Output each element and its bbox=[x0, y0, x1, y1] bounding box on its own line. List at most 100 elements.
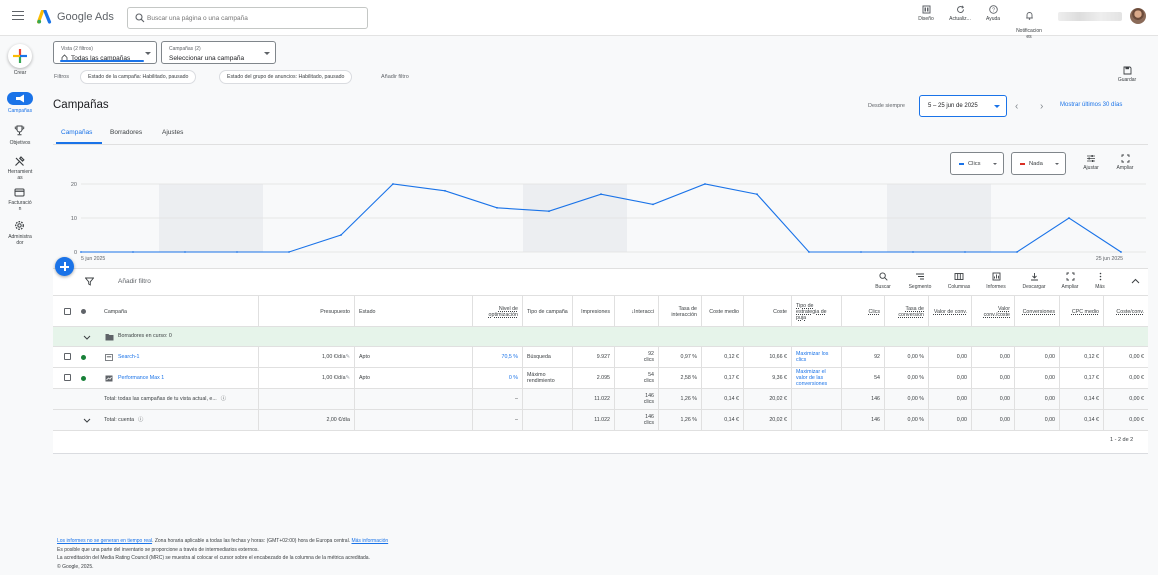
edit-budget-icon[interactable]: ✎ bbox=[346, 354, 350, 360]
date-since-label[interactable]: Desde siempre bbox=[868, 103, 905, 109]
column-header-cpc[interactable]: CPC medio bbox=[1059, 296, 1103, 327]
info-icon[interactable]: ⓘ bbox=[221, 396, 226, 402]
row-checkbox[interactable] bbox=[64, 353, 71, 360]
filter-funnel-icon[interactable] bbox=[85, 277, 94, 286]
chevron-down-icon bbox=[993, 163, 997, 165]
cell-name[interactable]: Performance Max 1 bbox=[100, 368, 258, 388]
table-row[interactable]: Search-1 1,00 €/día ✎ Apto 70,5 % Búsqueda 9.… bbox=[53, 347, 1148, 368]
svg-text:?: ? bbox=[991, 7, 994, 13]
save-button[interactable]: Guardar bbox=[1112, 66, 1142, 83]
segment-button[interactable]: Segmento bbox=[905, 272, 935, 290]
expand-chart-button[interactable]: Ampliar bbox=[1110, 154, 1140, 171]
column-header-cpa[interactable]: Coste/conv. bbox=[1103, 296, 1148, 327]
cell-name[interactable]: Search-1 bbox=[100, 347, 258, 367]
cell-opt[interactable]: 0 % bbox=[472, 368, 522, 388]
google-ads-logo[interactable] bbox=[37, 10, 53, 24]
campaign-select[interactable]: Campañas (2) Seleccionar una campaña bbox=[161, 41, 276, 64]
total-row[interactable]: Total: cuenta ⓘ 2,00 €/día – 11.022 146 clic… bbox=[53, 410, 1148, 431]
more-info-link[interactable]: Más información bbox=[351, 538, 388, 544]
tools-icon[interactable] bbox=[14, 156, 25, 167]
secondary-metric-label: Nada bbox=[1029, 161, 1043, 167]
data-point bbox=[132, 251, 134, 253]
show-last-30-days-link[interactable]: Mostrar últimos 30 días bbox=[1060, 102, 1122, 108]
column-header-conv_val[interactable]: Valor de conv. bbox=[928, 296, 971, 327]
settings-gear-icon[interactable] bbox=[14, 220, 25, 231]
prev-period-chevron-icon[interactable]: ‹ bbox=[1015, 101, 1018, 112]
column-header-avg[interactable]: Coste medio bbox=[701, 296, 743, 327]
metric-select-secondary[interactable]: Nada bbox=[1011, 152, 1066, 175]
cell-strategy[interactable]: Maximizar los clics bbox=[791, 347, 841, 367]
cell-budget bbox=[258, 389, 354, 409]
menu-icon[interactable] bbox=[12, 11, 24, 21]
column-header-strategy[interactable]: Tipo de estrategia de puja bbox=[791, 296, 841, 327]
help-button[interactable]: ? Ayuda bbox=[976, 5, 1010, 22]
chevron-down-icon[interactable] bbox=[83, 335, 91, 340]
row-checkbox[interactable] bbox=[64, 374, 71, 381]
notifications-button[interactable]: Notificacion es bbox=[1011, 5, 1047, 40]
column-header-budget[interactable]: Presupuesto bbox=[258, 296, 354, 327]
reports-button[interactable]: Informes bbox=[981, 272, 1011, 290]
more-label: Más bbox=[1095, 284, 1105, 290]
chevron-down-icon[interactable] bbox=[83, 418, 91, 423]
column-header-label: Presupuesto bbox=[320, 308, 350, 315]
next-period-chevron-icon[interactable]: › bbox=[1040, 101, 1043, 112]
column-header-val_cost[interactable]: Valor conv./coste bbox=[971, 296, 1014, 327]
billing-card-icon[interactable] bbox=[14, 187, 25, 198]
add-filter-link[interactable]: Añadir filtro bbox=[381, 74, 409, 80]
avatar[interactable] bbox=[1130, 8, 1146, 24]
columns-button[interactable]: Columnas bbox=[944, 272, 974, 290]
edit-budget-icon[interactable]: ✎ bbox=[346, 375, 350, 381]
column-header-conv[interactable]: Conversiones bbox=[1014, 296, 1059, 327]
chevron-up-icon[interactable] bbox=[1131, 278, 1140, 284]
add-campaign-fab[interactable] bbox=[55, 257, 74, 276]
column-header-type[interactable]: Tipo de campaña bbox=[522, 296, 572, 327]
table-row[interactable]: Performance Max 1 1,00 €/día ✎ Apto 0 % Máxi… bbox=[53, 368, 1148, 389]
column-header-rate[interactable]: Tasa de interacción bbox=[658, 296, 701, 327]
column-header-status[interactable]: Estado bbox=[354, 296, 472, 327]
cell-clicks: 146 bbox=[841, 389, 884, 409]
download-button[interactable]: Descargar bbox=[1019, 272, 1049, 290]
refresh-button[interactable]: Actualiz... bbox=[943, 5, 977, 22]
rail-item-campaigns[interactable] bbox=[7, 92, 33, 105]
column-header-clicks[interactable]: Clics bbox=[841, 296, 884, 327]
table-expand-button[interactable]: Ampliar bbox=[1055, 272, 1085, 290]
create-button[interactable] bbox=[8, 44, 32, 68]
more-button[interactable]: Más bbox=[1085, 272, 1115, 290]
cell-conv_val: 0,00 bbox=[928, 347, 971, 367]
column-header-cost[interactable]: Coste bbox=[743, 296, 791, 327]
tab-drafts[interactable]: Borradores bbox=[110, 129, 142, 136]
tab-campaigns[interactable]: Campañas bbox=[61, 129, 92, 136]
column-header-opt[interactable]: Nivel de optimización bbox=[472, 296, 522, 327]
performance-chart[interactable]: 0 10 20 5 jun 2025 25 jun 2025 bbox=[53, 176, 1148, 268]
save-label: Guardar bbox=[1117, 77, 1137, 83]
table-search-button[interactable]: Buscar bbox=[868, 272, 898, 290]
realtime-link[interactable]: Los informes no se generan en tiempo rea… bbox=[57, 538, 152, 544]
filter-chip-adgroup-status[interactable]: Estado del grupo de anuncios: Habilitado… bbox=[219, 70, 353, 84]
cell-opt[interactable]: 70,5 % bbox=[472, 347, 522, 367]
view-select[interactable]: Vista (2 filtros) Todas las campañas bbox=[53, 41, 157, 64]
column-header-impr[interactable]: Impresiones bbox=[572, 296, 614, 327]
cell-strategy[interactable]: Maximizar el valor de las conversiones bbox=[791, 368, 841, 388]
date-range-picker[interactable]: 5 – 25 jun de 2025 bbox=[919, 95, 1007, 117]
info-icon[interactable]: ⓘ bbox=[138, 417, 143, 423]
select-all-checkbox[interactable] bbox=[64, 308, 71, 315]
adjust-chart-button[interactable]: Ajustar bbox=[1076, 154, 1106, 171]
column-header-label: Tasa de conversión bbox=[898, 305, 924, 318]
column-header-conv_rate[interactable]: Tasa de conversión bbox=[884, 296, 928, 327]
appearance-button[interactable]: Diseño bbox=[909, 5, 943, 22]
filter-chip-campaign-status[interactable]: Estado de la campaña: Habilitado, pausad… bbox=[80, 70, 197, 84]
account-name-blurred[interactable] bbox=[1058, 12, 1122, 21]
column-header-name[interactable]: Campaña bbox=[100, 296, 258, 327]
metric-select-primary[interactable]: Clics bbox=[950, 152, 1004, 175]
column-header-inter[interactable]: ↓ Interacci bbox=[614, 296, 658, 327]
drafts-row[interactable]: Borradores en curso: 0 bbox=[53, 327, 1148, 347]
total-row[interactable]: Total: todas las campañas de tu vista ac… bbox=[53, 389, 1148, 410]
tab-settings[interactable]: Ajustes bbox=[162, 129, 183, 136]
data-point bbox=[912, 251, 914, 253]
search-input[interactable] bbox=[147, 11, 362, 25]
trophy-icon[interactable] bbox=[14, 125, 25, 136]
table-add-filter[interactable]: Añadir filtro bbox=[118, 278, 151, 285]
cell-type: Máximo rendimiento bbox=[522, 368, 572, 388]
search-box[interactable] bbox=[127, 7, 368, 29]
chevron-down-icon bbox=[1055, 163, 1059, 165]
